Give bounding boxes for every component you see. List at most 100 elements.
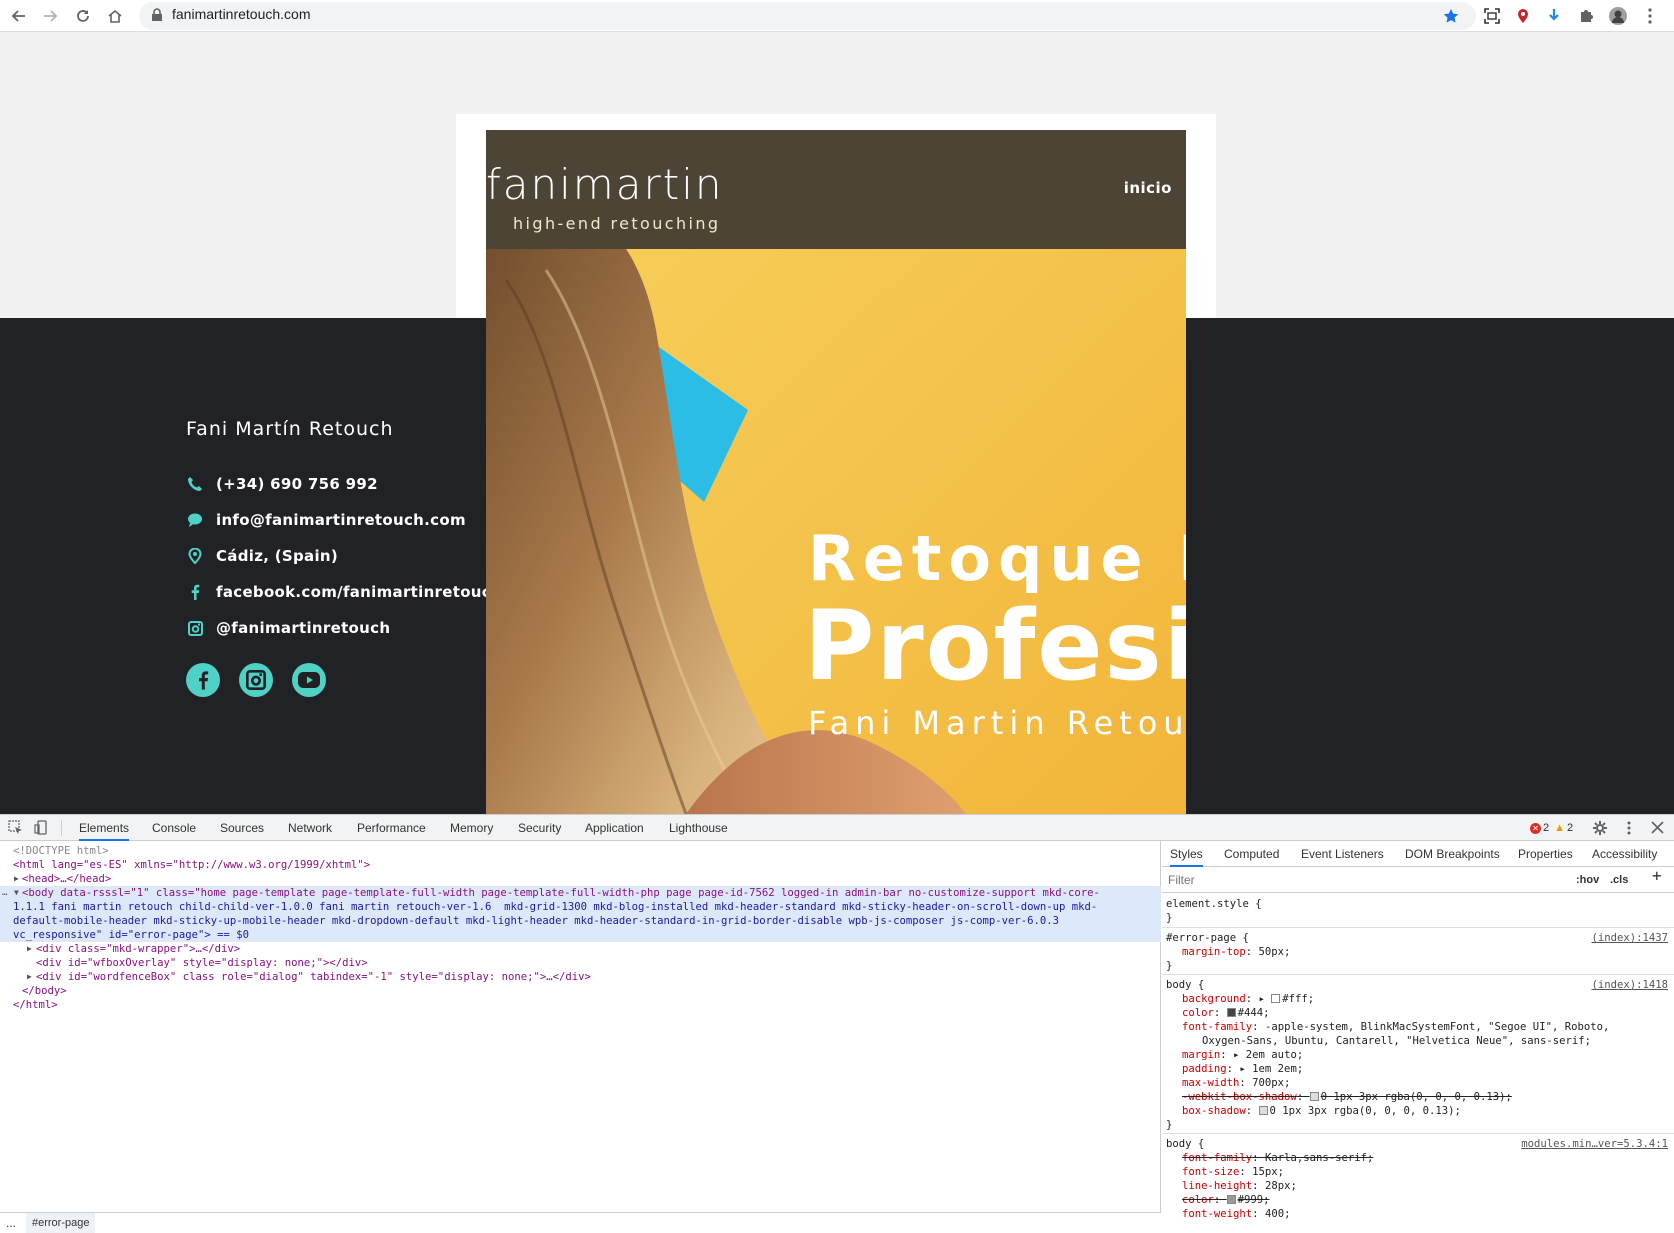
css-declaration[interactable]: max-width: 700px; — [1182, 1076, 1290, 1090]
css-declaration[interactable]: box-shadow: 0 1px 3px rgba(0, 0, 0, 0.13… — [1182, 1104, 1461, 1118]
dom-html-open[interactable]: <html lang="es-ES" xmlns="http://www.w3.… — [0, 858, 1161, 872]
css-declaration[interactable]: padding: ▸ 1em 2em; — [1182, 1062, 1303, 1076]
body-selector[interactable]: body { — [1166, 1137, 1204, 1151]
color-swatch[interactable] — [1271, 994, 1281, 1003]
youtube-circle-icon[interactable] — [292, 663, 326, 697]
bookmark-star-icon[interactable] — [1439, 4, 1463, 28]
inspect-element-icon[interactable] — [8, 820, 23, 840]
css-declaration-overridden[interactable]: color: #999; — [1182, 1193, 1270, 1207]
tab-event-listeners[interactable]: Event Listeners — [1301, 841, 1384, 867]
issues-counter[interactable]: ✕ 2 ▲ 2 — [1530, 822, 1573, 834]
new-rule-plus-icon[interactable]: + — [1652, 868, 1662, 884]
forward-arrow-icon[interactable] — [37, 3, 63, 29]
hover-state-toggle[interactable]: :hov — [1576, 873, 1599, 887]
css-declaration[interactable]: margin-top: 50px; — [1182, 945, 1290, 959]
profile-avatar-icon[interactable] — [1606, 4, 1630, 28]
css-property: line-height — [1182, 1180, 1253, 1192]
css-value: #999; — [1237, 1194, 1270, 1206]
dom-div-wfboxoverlay[interactable]: <div id="wfboxOverlay" style="display: n… — [0, 956, 1161, 970]
hero-subheading: Fani Martin Retou — [808, 704, 1186, 742]
breadcrumb-more[interactable]: ... — [6, 1216, 16, 1230]
tab-styles[interactable]: Styles — [1170, 841, 1203, 867]
dom-body-line1[interactable]: <body data-rsssl="1" class="home page-te… — [0, 886, 1161, 900]
devtools-panel: Elements Console Sources Network Perform… — [0, 814, 1674, 1233]
reload-icon[interactable] — [70, 3, 96, 29]
instagram-icon — [186, 619, 204, 637]
chat-icon — [186, 511, 204, 529]
css-declaration[interactable]: margin: ▸ 2em auto; — [1182, 1048, 1303, 1062]
instagram-circle-icon[interactable] — [239, 663, 273, 697]
extensions-puzzle-icon[interactable] — [1574, 4, 1598, 28]
css-property: font-family — [1182, 1021, 1253, 1033]
tab-performance[interactable]: Performance — [357, 815, 426, 841]
screenshot-extension-icon[interactable] — [1480, 4, 1504, 28]
tab-sources[interactable]: Sources — [220, 815, 264, 841]
expand-triangle-icon[interactable]: ▶ — [14, 872, 19, 886]
contact-facebook-text[interactable]: facebook.com/fanimartinretouch — [216, 583, 502, 601]
contact-email-text[interactable]: info@fanimartinretouch.com — [216, 511, 466, 529]
tab-elements[interactable]: Elements — [79, 815, 130, 841]
css-declaration[interactable]: font-size: 15px; — [1182, 1165, 1284, 1179]
dom-body-line4[interactable]: vc_responsive" id="error-page"> == $0 — [0, 928, 1161, 942]
tab-dom-breakpoints[interactable]: DOM Breakpoints — [1405, 841, 1500, 867]
color-swatch[interactable] — [1226, 1195, 1236, 1204]
css-declaration[interactable]: line-height: 28px; — [1182, 1179, 1297, 1193]
styles-filter-row: :hov .cls + — [1162, 867, 1674, 893]
rule-source-link[interactable]: (index):1418 — [1591, 978, 1668, 992]
styles-filter-input[interactable] — [1168, 870, 1558, 890]
css-declaration-overridden[interactable]: font-family: Karla,sans-serif; — [1182, 1151, 1373, 1165]
styles-tabs: Styles Computed Event Listeners DOM Brea… — [1162, 841, 1674, 867]
download-extension-icon[interactable] — [1542, 4, 1566, 28]
dom-div-wordfencebox[interactable]: <div id="wordfenceBox" class role="dialo… — [0, 970, 1161, 984]
device-toggle-icon[interactable] — [34, 820, 49, 840]
dom-body-line3[interactable]: default-mobile-header mkd-sticky-up-mobi… — [0, 914, 1161, 928]
address-bar[interactable] — [139, 2, 1476, 30]
tab-security[interactable]: Security — [518, 815, 561, 841]
tab-console[interactable]: Console — [152, 815, 196, 841]
tab-accessibility[interactable]: Accessibility — [1592, 841, 1657, 867]
contact-phone-text[interactable]: (+34) 690 756 992 — [216, 475, 378, 493]
shadow-swatch[interactable] — [1309, 1092, 1319, 1101]
facebook-circle-icon[interactable] — [186, 663, 220, 697]
tab-computed[interactable]: Computed — [1224, 841, 1279, 867]
back-arrow-icon[interactable] — [6, 3, 32, 29]
tab-memory[interactable]: Memory — [450, 815, 493, 841]
tab-lighthouse[interactable]: Lighthouse — [669, 815, 728, 841]
dom-head[interactable]: <head>…</head> — [0, 872, 1161, 886]
css-value: Karla,sans-serif; — [1264, 1152, 1374, 1164]
tab-properties[interactable]: Properties — [1518, 841, 1573, 867]
home-icon[interactable] — [102, 3, 128, 29]
css-declaration[interactable]: font-weight: 400; — [1182, 1207, 1290, 1221]
css-declaration[interactable]: color: #444; — [1182, 1006, 1270, 1020]
rule-close-brace: } — [1166, 912, 1173, 924]
css-declaration-overridden[interactable]: -webkit-box-shadow: 0 1px 3px rgba(0, 0,… — [1182, 1090, 1512, 1104]
css-declaration[interactable]: background: ▸ #fff; — [1182, 992, 1314, 1006]
map-pin-extension-icon[interactable] — [1511, 4, 1535, 28]
body-selector[interactable]: body { — [1166, 978, 1204, 992]
shadow-swatch[interactable] — [1258, 1106, 1268, 1115]
tab-application[interactable]: Application — [585, 815, 644, 841]
rule-source-link[interactable]: modules.min…ver=5.3.4:1 — [1521, 1137, 1668, 1151]
color-swatch[interactable] — [1226, 1008, 1236, 1017]
class-toggle[interactable]: .cls — [1610, 873, 1628, 887]
site-logo[interactable]: fanimartin — [486, 160, 724, 209]
breadcrumb-item[interactable]: #error-page — [26, 1213, 96, 1233]
dom-body-close[interactable]: </body> — [0, 984, 1161, 998]
dom-doctype[interactable]: <!DOCTYPE html> — [0, 844, 1161, 858]
tab-network[interactable]: Network — [288, 815, 332, 841]
page-viewport: Fani Martín Retouch (+34) 690 756 992 in… — [0, 32, 1674, 814]
dom-div-wrapper[interactable]: <div class="mkd-wrapper">…</div> — [0, 942, 1161, 956]
dom-body-line2[interactable]: 1.1.1 fani martin retouch child-child-ve… — [0, 900, 1161, 914]
css-declaration[interactable]: font-family: -apple-system, BlinkMacSyst… — [1182, 1020, 1609, 1034]
nav-item-inicio[interactable]: inicio — [1124, 179, 1172, 197]
devtools-menu-icon[interactable] — [1627, 820, 1631, 841]
element-style-selector[interactable]: element.style { — [1166, 897, 1262, 911]
menu-kebab-icon[interactable] — [1638, 4, 1662, 28]
contact-instagram-text[interactable]: @fanimartinretouch — [216, 619, 390, 637]
dom-html-close[interactable]: </html> — [0, 998, 1161, 1012]
url-text[interactable]: fanimartinretouch.com — [172, 6, 311, 22]
settings-gear-icon[interactable] — [1592, 820, 1608, 841]
rule-source-link[interactable]: (index):1437 — [1591, 931, 1668, 945]
error-page-selector[interactable]: #error-page { — [1166, 931, 1249, 945]
close-icon[interactable] — [1651, 821, 1664, 839]
